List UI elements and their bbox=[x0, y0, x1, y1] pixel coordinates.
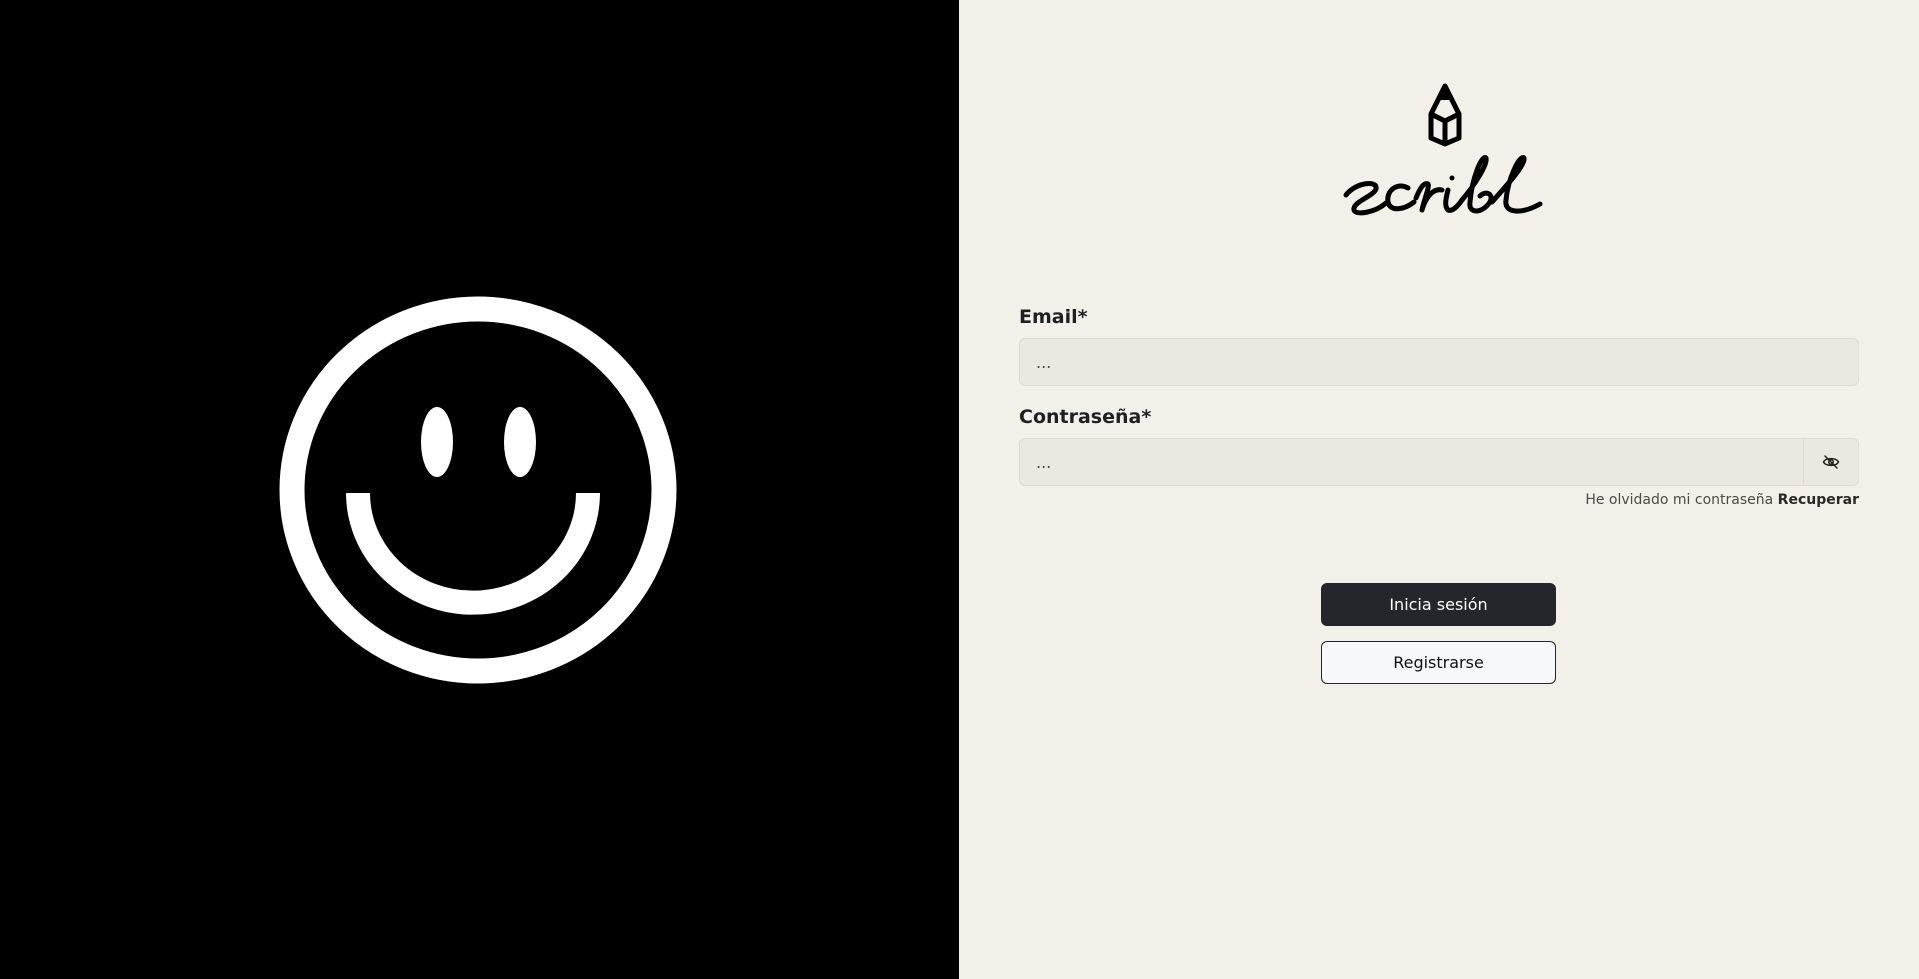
action-buttons: Inicia sesión Registrarse bbox=[1321, 583, 1556, 684]
forgot-password-text: He olvidado mi contraseña bbox=[1585, 492, 1774, 508]
email-field[interactable] bbox=[1020, 339, 1858, 385]
login-form: Email* Contraseña* He olvidado mi contra… bbox=[1019, 306, 1859, 508]
email-field-wrapper bbox=[1019, 338, 1859, 386]
register-button[interactable]: Registrarse bbox=[1321, 641, 1556, 684]
smiley-face-icon bbox=[279, 296, 677, 684]
login-button[interactable]: Inicia sesión bbox=[1321, 583, 1556, 626]
eye-off-icon bbox=[1822, 455, 1840, 469]
scribl-logo: scribl bbox=[1343, 83, 1543, 216]
password-field[interactable] bbox=[1020, 439, 1803, 485]
password-field-wrapper bbox=[1019, 438, 1859, 486]
hero-panel bbox=[0, 0, 959, 979]
password-label: Contraseña* bbox=[1019, 406, 1152, 428]
forgot-password-row: He olvidado mi contraseña Recuperar bbox=[1019, 492, 1859, 508]
toggle-password-visibility-button[interactable] bbox=[1803, 439, 1858, 485]
email-label: Email* bbox=[1019, 306, 1088, 328]
login-page: scribl Email* bbox=[0, 0, 1919, 979]
recover-link[interactable]: Recuperar bbox=[1778, 492, 1859, 508]
login-panel: scribl Email* bbox=[959, 0, 1919, 979]
